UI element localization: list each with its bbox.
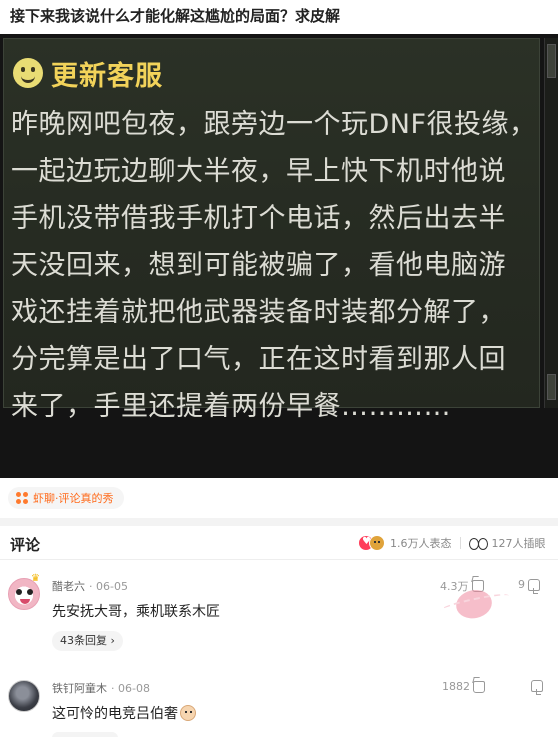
reactions-summary[interactable]: 1.6万人表态 127人插眼	[358, 535, 546, 551]
chat-message-line: 戏还挂着就把他武器装备时装都分解了，	[11, 297, 506, 328]
comment-date: · 06-08	[111, 682, 150, 695]
chat-scrollbar	[544, 38, 558, 408]
comment-body: 这可怜的电竞吕伯奢	[52, 703, 196, 723]
like-button[interactable]: 1882	[442, 680, 485, 693]
chat-message-line: 手机没带借我手机打个电话，然后出去半	[11, 203, 506, 234]
dislike-count: 9	[518, 578, 525, 591]
avatar[interactable]: ♛	[8, 573, 40, 610]
view-replies-button[interactable]	[52, 732, 118, 737]
thumb-up-icon	[473, 680, 485, 693]
author-name: 醋老六	[52, 580, 85, 593]
view-replies-button[interactable]: 43条回复 ›	[52, 631, 123, 651]
face-emoji-icon	[180, 705, 196, 721]
avatar-mouth	[20, 599, 30, 604]
comments-header: 评论 1.6万人表态 127人插眼	[0, 526, 558, 560]
comments-title: 评论	[10, 536, 41, 554]
smiley-icon	[13, 58, 43, 88]
comment-date: · 06-05	[89, 580, 128, 593]
chat-message-line: 来了，手里还提着两份早餐…………	[11, 391, 451, 422]
face-reaction-icon	[369, 535, 385, 551]
chat-message-line: 一起边玩边聊大半夜，早上快下机时他说	[11, 156, 506, 187]
eyes-icon	[468, 537, 488, 550]
comment-body: 先安抚大哥，乘机联系木匠	[52, 604, 220, 620]
chat-message: 昨晚网吧包夜，跟旁边一个玩DNF很投缘， 一起边玩边聊大半夜，早上快下机时他说 …	[11, 101, 536, 430]
chat-sender: 更新客服	[13, 55, 163, 92]
scroll-thumb-top	[547, 44, 556, 78]
sender-name: 更新客服	[51, 60, 163, 92]
dislike-button[interactable]: 9	[518, 578, 540, 594]
scroll-thumb-bottom	[547, 374, 556, 400]
section-divider	[0, 518, 558, 526]
topic-tag-label: 虾聊·评论真的秀	[33, 492, 114, 505]
chat-message-line: 分完算是出了口气，正在这时看到那人回	[11, 344, 506, 375]
topic-tag[interactable]: 虾聊·评论真的秀	[8, 487, 124, 509]
grid-dots-icon	[16, 492, 28, 504]
thumb-down-icon	[528, 578, 540, 594]
chat-message-line: 昨晚网吧包夜，跟旁边一个玩DNF很投缘，	[11, 109, 537, 140]
thumb-down-icon	[531, 680, 543, 695]
chat-message-line: 天没回来，想到可能被骗了，看他电脑游	[11, 250, 506, 281]
avatar[interactable]	[8, 680, 40, 712]
post-title: 接下来我该说什么才能化解这尴尬的局面？求皮解	[10, 7, 341, 25]
post-title-bar: 接下来我该说什么才能化解这尴尬的局面？求皮解	[0, 0, 558, 34]
like-count: 1882	[442, 680, 470, 693]
divider	[459, 537, 461, 549]
game-chat-panel: 更新客服 昨晚网吧包夜，跟旁边一个玩DNF很投缘， 一起边玩边聊大半夜，早上快下…	[3, 38, 540, 422]
viewers-count: 127人插眼	[491, 537, 546, 550]
crown-icon: ♛	[31, 573, 40, 584]
author-name: 铁钉阿童木	[52, 682, 107, 695]
comment-author[interactable]: 铁钉阿童木 · 06-08	[52, 680, 150, 696]
comment-author[interactable]: 醋老六 · 06-05	[52, 578, 128, 594]
comment-text: 这可怜的电竞吕伯奢	[52, 706, 178, 722]
dislike-button[interactable]	[528, 680, 543, 695]
meme-image[interactable]: 更新客服 昨晚网吧包夜，跟旁边一个玩DNF很投缘， 一起边玩边聊大半夜，早上快下…	[0, 34, 558, 478]
reactions-count: 1.6万人表态	[390, 537, 452, 550]
avatar-face	[16, 589, 34, 598]
